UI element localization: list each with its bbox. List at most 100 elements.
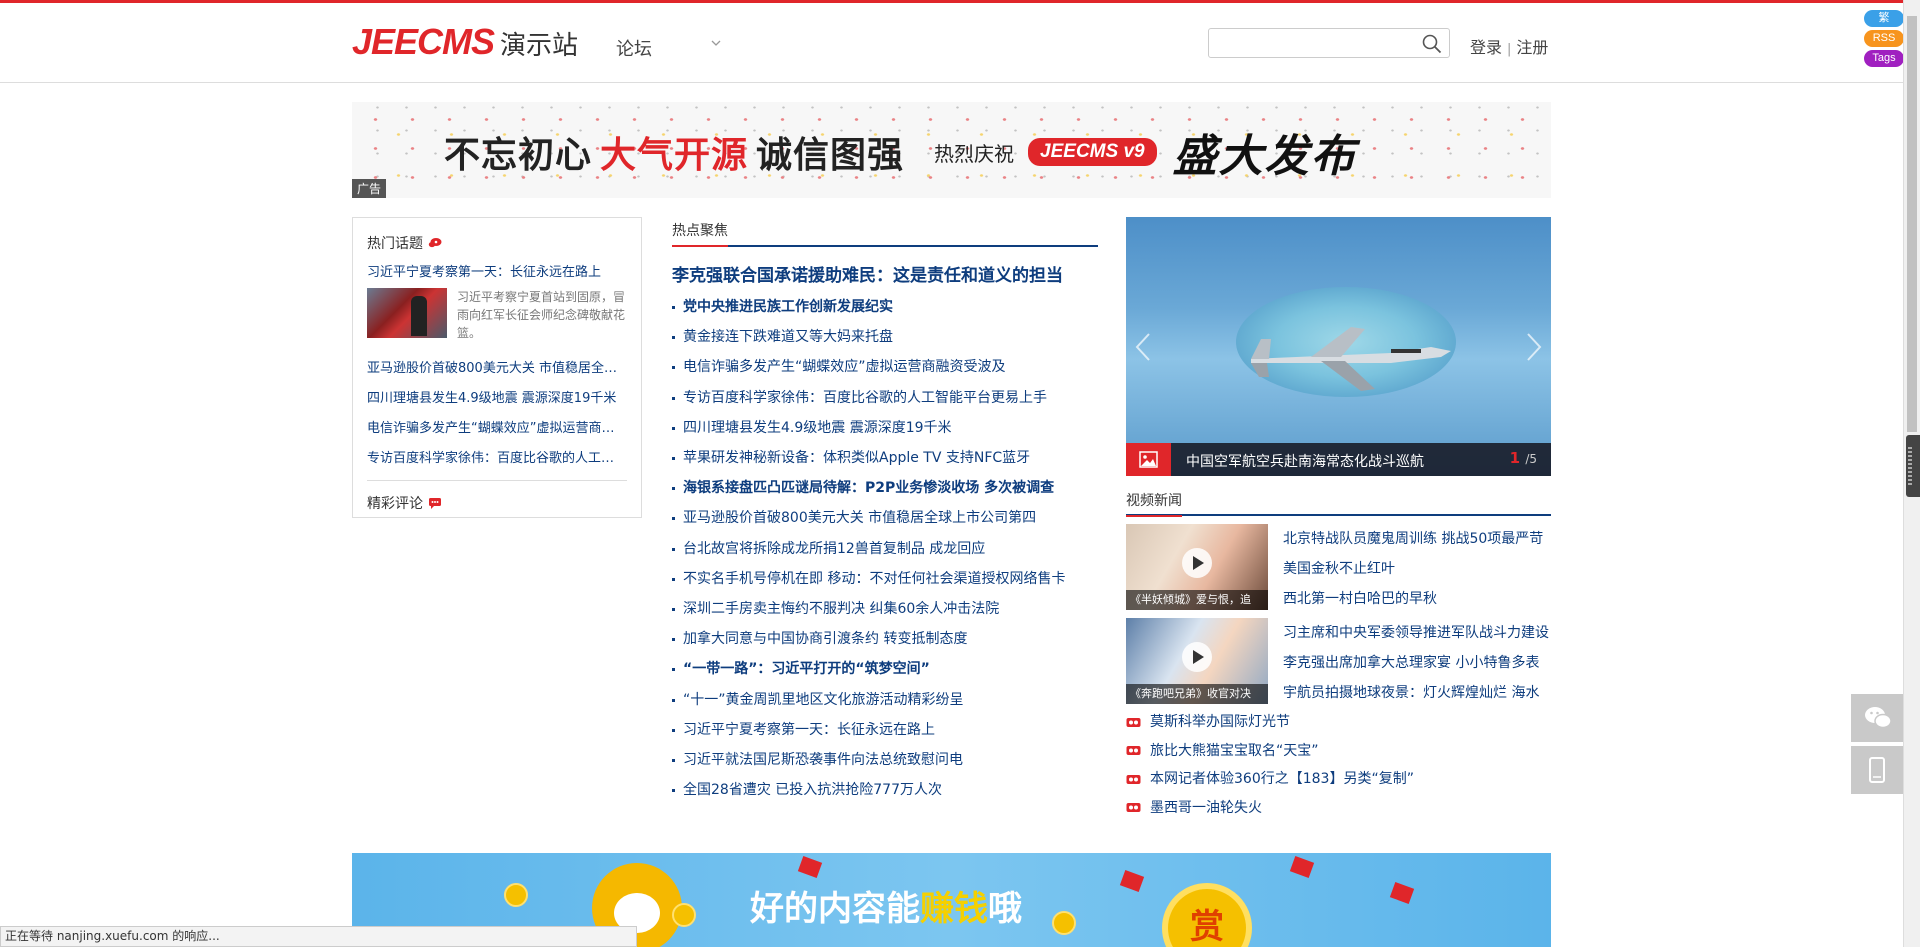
- focus-news-item[interactable]: 电信诈骗多发产生“蝴蝶效应”虚拟运营商融资受波及: [672, 352, 1098, 382]
- focus-news-item[interactable]: 苹果研发神秘新设备：体积类似Apple TV 支持NFC蓝牙: [672, 443, 1098, 473]
- image-icon: [1139, 451, 1158, 468]
- wechat-float-button[interactable]: [1851, 694, 1903, 742]
- focus-header: 热点聚焦: [672, 220, 1098, 247]
- slogan-a: 好的内容能: [750, 889, 920, 929]
- slider-prev-arrow-icon[interactable]: [1134, 332, 1152, 362]
- bottom-ad-slogan: 好的内容能赚钱哦: [750, 881, 1022, 930]
- site-header: JEECMS 演示站 论坛 登录 | 注册: [0, 3, 1903, 83]
- hot-topic-item[interactable]: 亚马逊股价首破800美元大关 市值稳居全球上市公司第四: [367, 354, 627, 384]
- slider-counter: 1 /5: [1510, 449, 1537, 467]
- divider: [367, 480, 627, 481]
- hot-topics-title-text: 热门话题: [367, 236, 423, 252]
- slider-current: 1: [1509, 449, 1521, 467]
- focus-news-item[interactable]: 不实名手机号停机在即 移动：不对任何社会渠道授权网络售卡: [672, 564, 1098, 594]
- video-list-item[interactable]: 墨西哥一油轮失火: [1126, 794, 1551, 823]
- site-logo[interactable]: JEECMS 演示站: [352, 21, 578, 62]
- video-link[interactable]: 美国金秋不止红叶: [1283, 554, 1551, 584]
- hot-topics-list: 亚马逊股价首破800美元大关 市值稳居全球上市公司第四 四川理塘县发生4.9级地…: [367, 354, 627, 474]
- logo-en: JEECMS: [352, 21, 495, 62]
- focus-news-item[interactable]: 黄金接连下跌难道又等大妈来托盘: [672, 322, 1098, 352]
- focus-news-item[interactable]: 习近平就法国尼斯恐袭事件向法总统致慰问电: [672, 745, 1098, 775]
- video-link[interactable]: 李克强出席加拿大总理家宴 小小特鲁多表: [1283, 648, 1551, 678]
- scrollbar-thumb[interactable]: [1907, 16, 1917, 432]
- video-block: 《半妖倾城》爱与恨，追 北京特战队员魔鬼周训练 挑战50项最严苛 美国金秋不止红…: [1126, 524, 1551, 610]
- focus-news-item[interactable]: “一带一路”：习近平打开的“筑梦空间”: [672, 654, 1098, 684]
- video-list-item[interactable]: 莫斯科举办国际灯光节: [1126, 708, 1551, 737]
- red-envelope-decoration: [1119, 870, 1145, 892]
- slider-total: /5: [1525, 452, 1537, 466]
- banner-text-4: 热烈庆祝: [934, 141, 1015, 166]
- focus-news-item[interactable]: 全国28省遭灾 已投入抗洪抢险777万人次: [672, 775, 1098, 805]
- video-links: 北京特战队员魔鬼周训练 挑战50项最严苛 美国金秋不止红叶 西北第一村白哈巴的早…: [1283, 524, 1551, 610]
- chevron-down-icon[interactable]: [710, 37, 722, 49]
- coin-decoration: [672, 903, 696, 927]
- mobile-float-button[interactable]: [1851, 746, 1903, 794]
- video-list-item[interactable]: 本网记者体验360行之【183】另类“复制”: [1126, 765, 1551, 794]
- comments-title: 精彩评论: [367, 493, 627, 513]
- focus-news-item[interactable]: “十一”黄金周凯里地区文化旅游活动精彩纷呈: [672, 685, 1098, 715]
- play-icon[interactable]: [1182, 548, 1212, 578]
- banner-text-3: 诚信图强: [756, 135, 905, 176]
- cap-icon-box: [1126, 443, 1171, 476]
- red-envelope-decoration: [797, 856, 823, 878]
- banner-content: 不忘初心 大气开源 诚信图强 热烈庆祝 JEECMS v9 盛大发布: [444, 120, 1357, 184]
- hot-topic-feature[interactable]: 习近平考察宁夏首站到固原，冒雨向红军长征会师纪念碑敬献花篮。: [367, 288, 627, 342]
- video-thumb-caption: 《奔跑吧兄弟》收官对决: [1126, 684, 1268, 704]
- focus-news-item[interactable]: 深圳二手房卖主悔约不服判决 纠集60余人冲击法院: [672, 594, 1098, 624]
- login-link[interactable]: 登录: [1470, 38, 1502, 57]
- rss-tag[interactable]: RSS: [1864, 30, 1904, 47]
- browser-status-bar: 正在等待 nanjing.xuefu.com 的响应...: [0, 926, 637, 947]
- register-link[interactable]: 注册: [1516, 38, 1548, 57]
- video-camera-icon: [1126, 717, 1141, 727]
- top-banner-ad[interactable]: 不忘初心 大气开源 诚信图强 热烈庆祝 JEECMS v9 盛大发布 广告: [352, 102, 1551, 198]
- hot-topic-item[interactable]: 四川理塘县发生4.9级地震 震源深度19千米: [367, 384, 627, 414]
- aircraft-image: [1251, 327, 1451, 391]
- search-input[interactable]: [1215, 30, 1415, 56]
- hot-bubble-icon: [428, 238, 442, 248]
- video-thumb-caption: 《半妖倾城》爱与恨，追: [1126, 590, 1268, 610]
- hot-topics-box: 热门话题 习近平宁夏考察第一天：长征永远在路上 习近平考察宁夏首站到固原，冒雨向…: [352, 217, 642, 518]
- video-news-list: 莫斯科举办国际灯光节 旅比大熊猫宝宝取名“天宝” 本网记者体验360行之【183…: [1126, 708, 1551, 822]
- video-link[interactable]: 习主席和中央军委领导推进军队战斗力建设: [1283, 618, 1551, 648]
- focus-news-item[interactable]: 党中央推进民族工作创新发展纪实: [672, 292, 1098, 322]
- search-icon[interactable]: [1421, 33, 1443, 55]
- slider-next-arrow-icon[interactable]: [1525, 332, 1543, 362]
- hot-topic-item[interactable]: 电信诈骗多发产生“蝴蝶效应”虚拟运营商融资受波及: [367, 414, 627, 444]
- play-icon[interactable]: [1182, 642, 1212, 672]
- video-link[interactable]: 北京特战队员魔鬼周训练 挑战50项最严苛: [1283, 524, 1551, 554]
- focus-news-item[interactable]: 台北故宫将拆除成龙所捐12兽首复制品 成龙回应: [672, 534, 1098, 564]
- focus-news-item[interactable]: 习近平宁夏考察第一天：长征永远在路上: [672, 715, 1098, 745]
- video-news-section: 视频新闻 《半妖倾城》爱与恨，追 北京特战队员魔鬼周训练 挑战50项最严苛 美国…: [1126, 490, 1551, 822]
- banner-text-1: 不忘初心: [444, 135, 593, 176]
- wechat-icon: [1865, 707, 1892, 729]
- nav-forum-link[interactable]: 论坛: [616, 35, 652, 61]
- hot-topic-item[interactable]: 专访百度科学家徐伟：百度比谷歌的人工智能平台更易上手: [367, 444, 627, 474]
- focus-news-item[interactable]: 四川理塘县发生4.9级地震 震源深度19千米: [672, 413, 1098, 443]
- video-link[interactable]: 宇航员拍摄地球夜景：灯火辉煌灿烂 海水: [1283, 678, 1551, 708]
- focus-news-item[interactable]: 加拿大同意与中国协商引渡条约 转变抵制态度: [672, 624, 1098, 654]
- video-list-text: 旅比大熊猫宝宝取名“天宝”: [1150, 742, 1319, 759]
- slider-caption-bar[interactable]: 中国空军航空兵赴南海常态化战斗巡航 1 /5: [1126, 443, 1551, 476]
- focus-news-item[interactable]: 专访百度科学家徐伟：百度比谷歌的人工智能平台更易上手: [672, 383, 1098, 413]
- banner-text-5: 盛大发布: [1172, 131, 1357, 182]
- hot-topic-thumbnail[interactable]: [367, 288, 447, 338]
- reward-coin: 赏: [1162, 883, 1252, 947]
- image-slider[interactable]: [1126, 217, 1551, 476]
- side-tags: 繁 RSS Tags: [1864, 10, 1904, 70]
- traditional-chinese-tag[interactable]: 繁: [1864, 10, 1904, 27]
- tags-tag[interactable]: Tags: [1864, 50, 1904, 67]
- focus-lead-headline[interactable]: 李克强联合国承诺援助难民：这是责任和道义的担当: [672, 261, 1098, 286]
- video-link[interactable]: 西北第一村白哈巴的早秋: [1283, 584, 1551, 614]
- red-envelope-decoration: [1389, 882, 1415, 904]
- search-box: [1208, 28, 1450, 58]
- video-thumbnail[interactable]: 《奔跑吧兄弟》收官对决: [1126, 618, 1268, 704]
- video-thumbnail[interactable]: 《半妖倾城》爱与恨，追: [1126, 524, 1268, 610]
- hot-focus-section: 热点聚焦 李克强联合国承诺援助难民：这是责任和道义的担当 党中央推进民族工作创新…: [672, 220, 1098, 805]
- focus-news-item[interactable]: 亚马逊股价首破800美元大关 市值稳居全球上市公司第四: [672, 503, 1098, 533]
- video-camera-icon: [1126, 774, 1141, 784]
- hot-topic-headline[interactable]: 习近平宁夏考察第一天：长征永远在路上: [367, 261, 627, 280]
- video-list-text: 本网记者体验360行之【183】另类“复制”: [1150, 771, 1414, 787]
- focus-title: 热点聚焦: [672, 220, 728, 247]
- focus-news-item[interactable]: 海银系接盘匹凸匹谜局待解：P2P业务惨淡收场 多次被调查: [672, 473, 1098, 503]
- video-list-item[interactable]: 旅比大熊猫宝宝取名“天宝”: [1126, 737, 1551, 766]
